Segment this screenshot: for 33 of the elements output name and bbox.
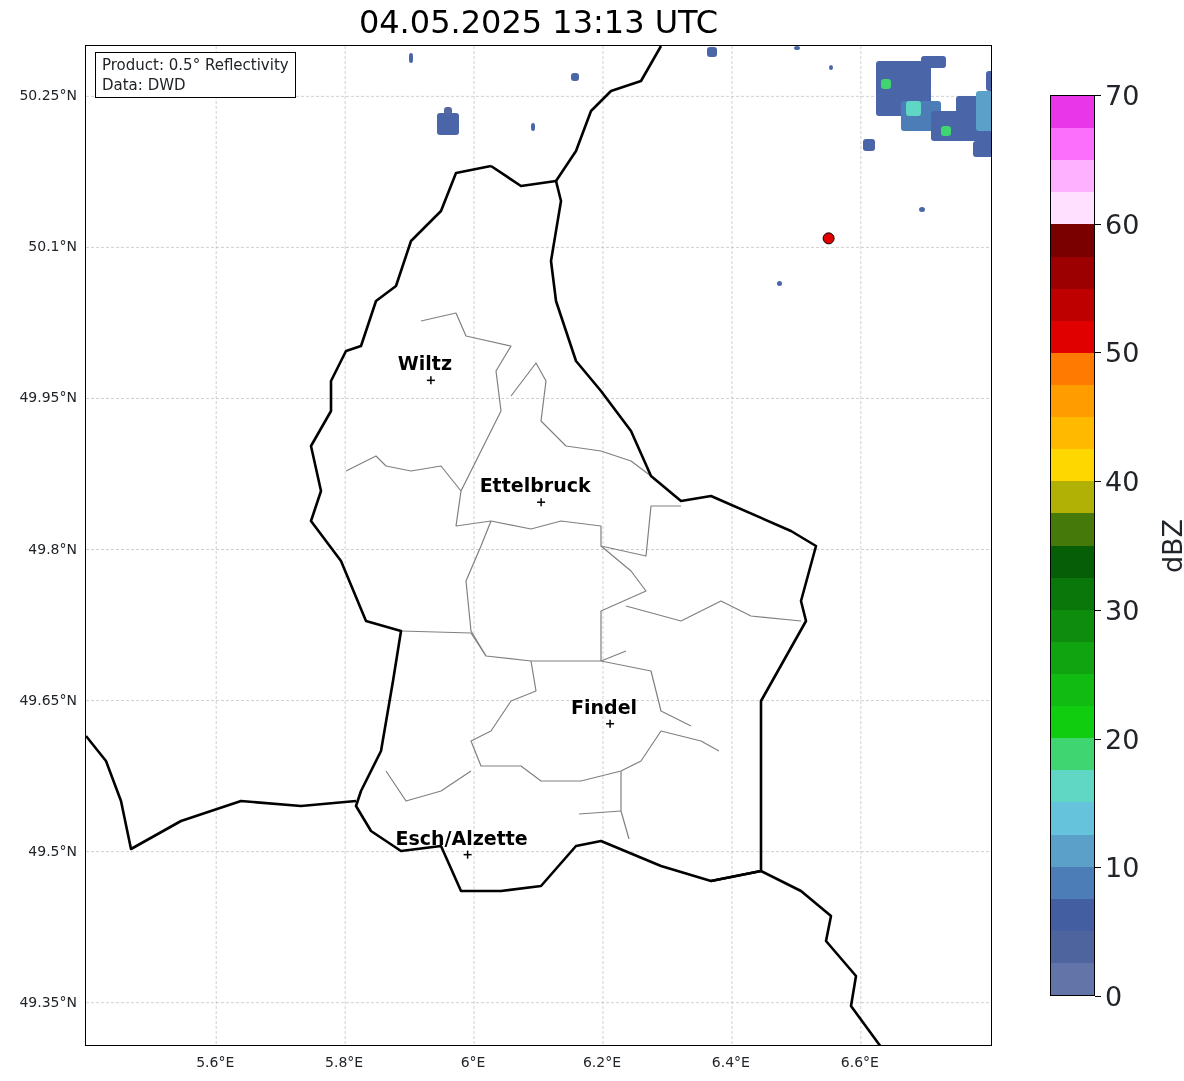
city-label: Ettelbruck [479, 474, 591, 497]
latitude-label: 50.1°N [28, 236, 77, 256]
longitude-label: 5.6°E [196, 1053, 235, 1072]
colorbar-tick-label: 70 [1105, 81, 1140, 109]
info-text: Data: DWD [102, 75, 187, 95]
info-text: Product: 0.5° Reflectivity [102, 55, 289, 75]
colorbar-tick-label: 0 [1105, 982, 1123, 1010]
longitude-label: 5.8°E [325, 1053, 364, 1072]
colorbar-label: dBZ [1158, 518, 1184, 573]
chart-title: 04.05.2025 13:13 UTC [357, 2, 720, 43]
city-label: Esch/Alzette [395, 826, 528, 849]
city-marker [426, 375, 436, 386]
latitude-label: 50.25°N [19, 85, 77, 105]
colorbar-tick-label: 20 [1105, 725, 1140, 753]
longitude-label: 6.4°E [711, 1053, 750, 1072]
longitude-label: 6°E [460, 1053, 486, 1072]
colorbar-tick-label: 30 [1105, 596, 1140, 624]
latitude-label: 49.95°N [19, 387, 77, 407]
city-label: Wiltz [397, 352, 452, 375]
colorbar-tick-label: 60 [1105, 210, 1140, 238]
city-marker [605, 719, 615, 729]
latitude-label: 49.5°N [28, 841, 77, 861]
city-label: Findel [571, 695, 638, 718]
city-marker [536, 497, 546, 507]
colorbar-tick-label: 40 [1105, 467, 1140, 495]
colorbar-tick-label: 50 [1105, 338, 1140, 366]
colorbar-tick-label: 10 [1105, 853, 1140, 881]
longitude-label: 6.6°E [840, 1053, 879, 1072]
latitude-label: 49.8°N [28, 539, 77, 558]
city-marker [462, 849, 473, 860]
longitude-label: 6.2°E [582, 1053, 622, 1072]
latitude-label: 49.35°N [19, 992, 77, 1012]
latitude-label: 49.65°N [19, 690, 77, 710]
